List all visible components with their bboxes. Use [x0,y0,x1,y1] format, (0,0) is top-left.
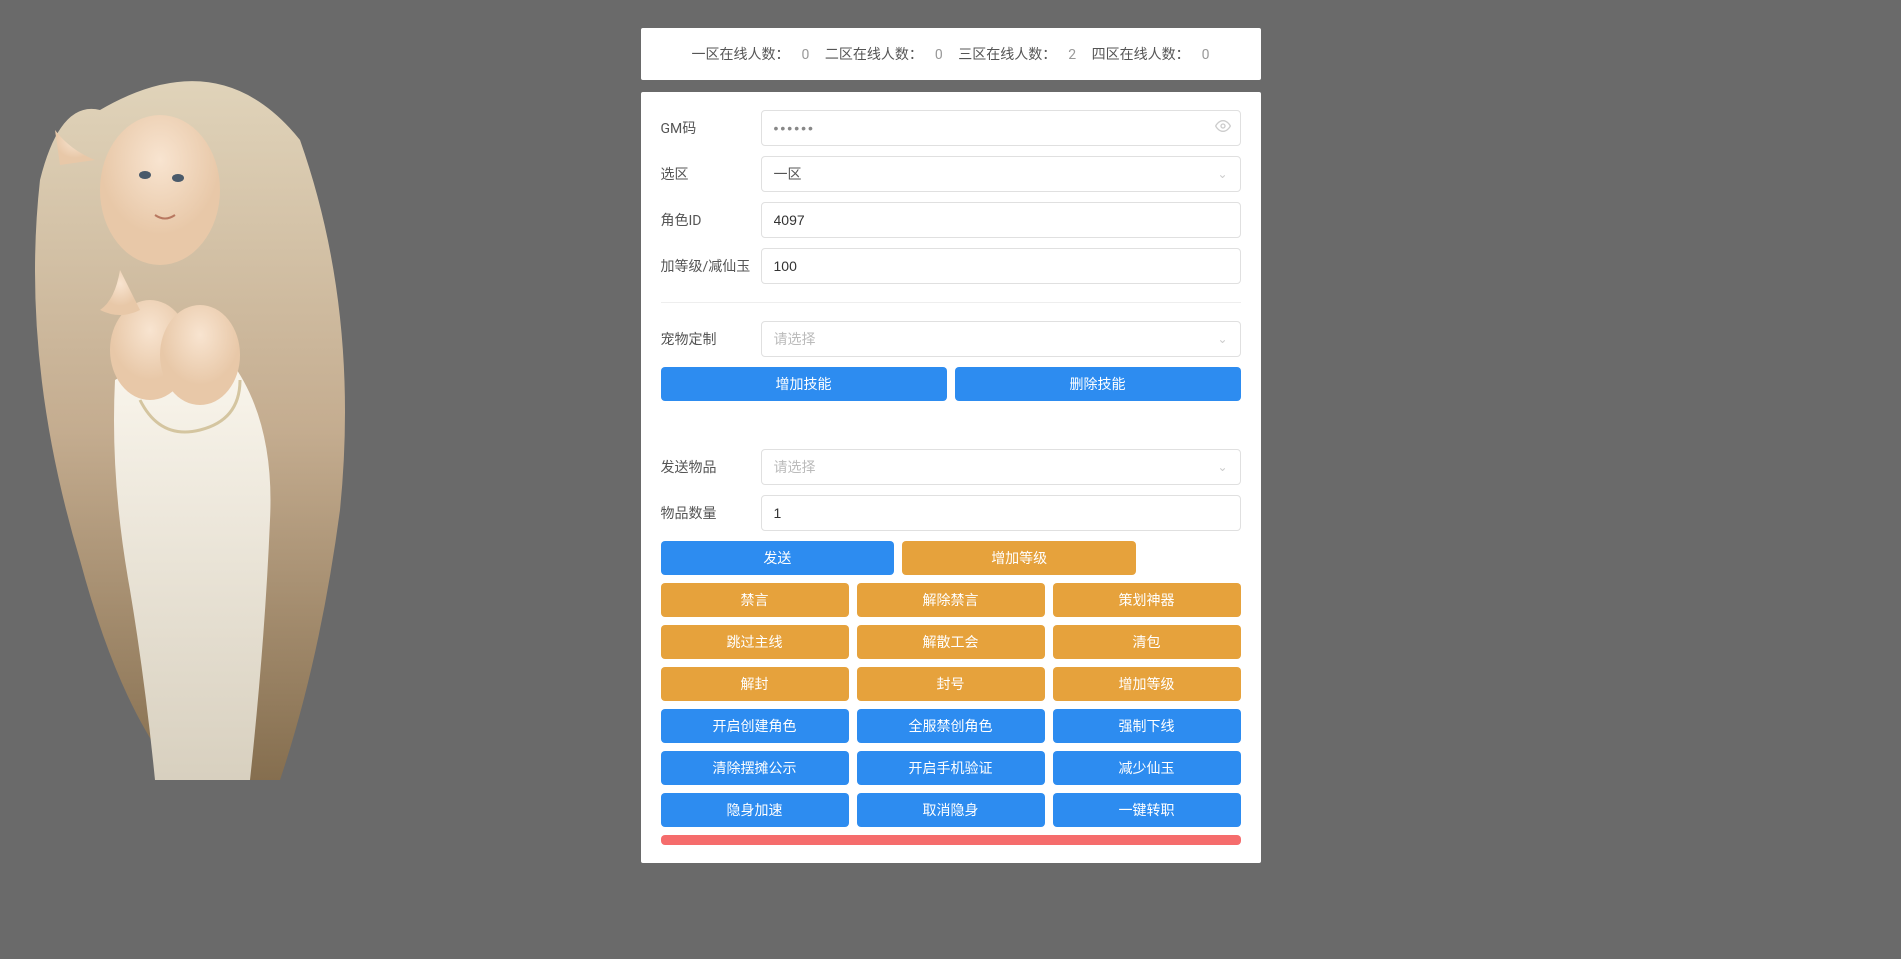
mute-button[interactable]: 禁言 [661,583,849,617]
clear-bag-button[interactable]: 清包 [1053,625,1241,659]
zone1-count: 0 [802,47,810,63]
zone-label: 选区 [661,164,761,184]
zone3-count: 2 [1068,47,1076,63]
disband-guild-button[interactable]: 解散工会 [857,625,1045,659]
level-label: 加等级/减仙玉 [661,256,761,276]
delete-skill-button[interactable]: 删除技能 [955,367,1241,401]
level-input[interactable] [761,248,1241,284]
eye-icon[interactable] [1215,118,1231,138]
danger-button[interactable] [661,835,1241,845]
character-illustration [0,60,380,780]
clear-stall-button[interactable]: 清除摆摊公示 [661,751,849,785]
plan-artifact-button[interactable]: 策划神器 [1053,583,1241,617]
unban-button[interactable]: 解封 [661,667,849,701]
send-button[interactable]: 发送 [661,541,895,575]
form-card: GM码 选区 一区 ⌄ 角色ID 加等级/减 [641,92,1261,863]
force-offline-button[interactable]: 强制下线 [1053,709,1241,743]
zone4-count: 0 [1202,47,1210,63]
chevron-down-icon: ⌄ [1217,332,1227,346]
item-qty-input[interactable] [761,495,1241,531]
pet-label: 宠物定制 [661,329,761,349]
role-id-input[interactable] [761,202,1241,238]
zone2-count: 0 [935,47,943,63]
chevron-down-icon: ⌄ [1217,460,1227,474]
send-item-label: 发送物品 [661,457,761,477]
ban-button[interactable]: 封号 [857,667,1045,701]
zone3-label: 三区在线人数： [958,47,1056,63]
stealth-speed-button[interactable]: 隐身加速 [661,793,849,827]
zone-select-value: 一区 [774,164,802,184]
open-create-button[interactable]: 开启创建角色 [661,709,849,743]
reduce-jade-button[interactable]: 减少仙玉 [1053,751,1241,785]
pet-select[interactable]: 请选择 ⌄ [761,321,1241,357]
zone1-label: 一区在线人数： [692,47,790,63]
phone-verify-button[interactable]: 开启手机验证 [857,751,1045,785]
zone4-label: 四区在线人数： [1092,47,1190,63]
divider [661,302,1241,303]
cancel-stealth-button[interactable]: 取消隐身 [857,793,1045,827]
one-key-transfer-button[interactable]: 一键转职 [1053,793,1241,827]
online-stats-bar: 一区在线人数： 0 二区在线人数： 0 三区在线人数： 2 四区在线人数： 0 [641,28,1261,80]
gm-code-label: GM码 [661,118,761,138]
add-level2-button[interactable]: 增加等级 [1053,667,1241,701]
role-id-label: 角色ID [661,210,761,230]
item-qty-label: 物品数量 [661,503,761,523]
add-level-button[interactable]: 增加等级 [902,541,1136,575]
ban-create-all-button[interactable]: 全服禁创角色 [857,709,1045,743]
gm-code-input[interactable] [761,110,1241,146]
skip-main-button[interactable]: 跳过主线 [661,625,849,659]
zone2-label: 二区在线人数： [825,47,923,63]
unmute-button[interactable]: 解除禁言 [857,583,1045,617]
send-item-placeholder: 请选择 [774,457,816,477]
pet-select-placeholder: 请选择 [774,329,816,349]
chevron-down-icon: ⌄ [1217,167,1227,181]
admin-panel: 一区在线人数： 0 二区在线人数： 0 三区在线人数： 2 四区在线人数： 0 GM码 … [641,0,1261,863]
add-skill-button[interactable]: 增加技能 [661,367,947,401]
send-item-select[interactable]: 请选择 ⌄ [761,449,1241,485]
zone-select[interactable]: 一区 ⌄ [761,156,1241,192]
